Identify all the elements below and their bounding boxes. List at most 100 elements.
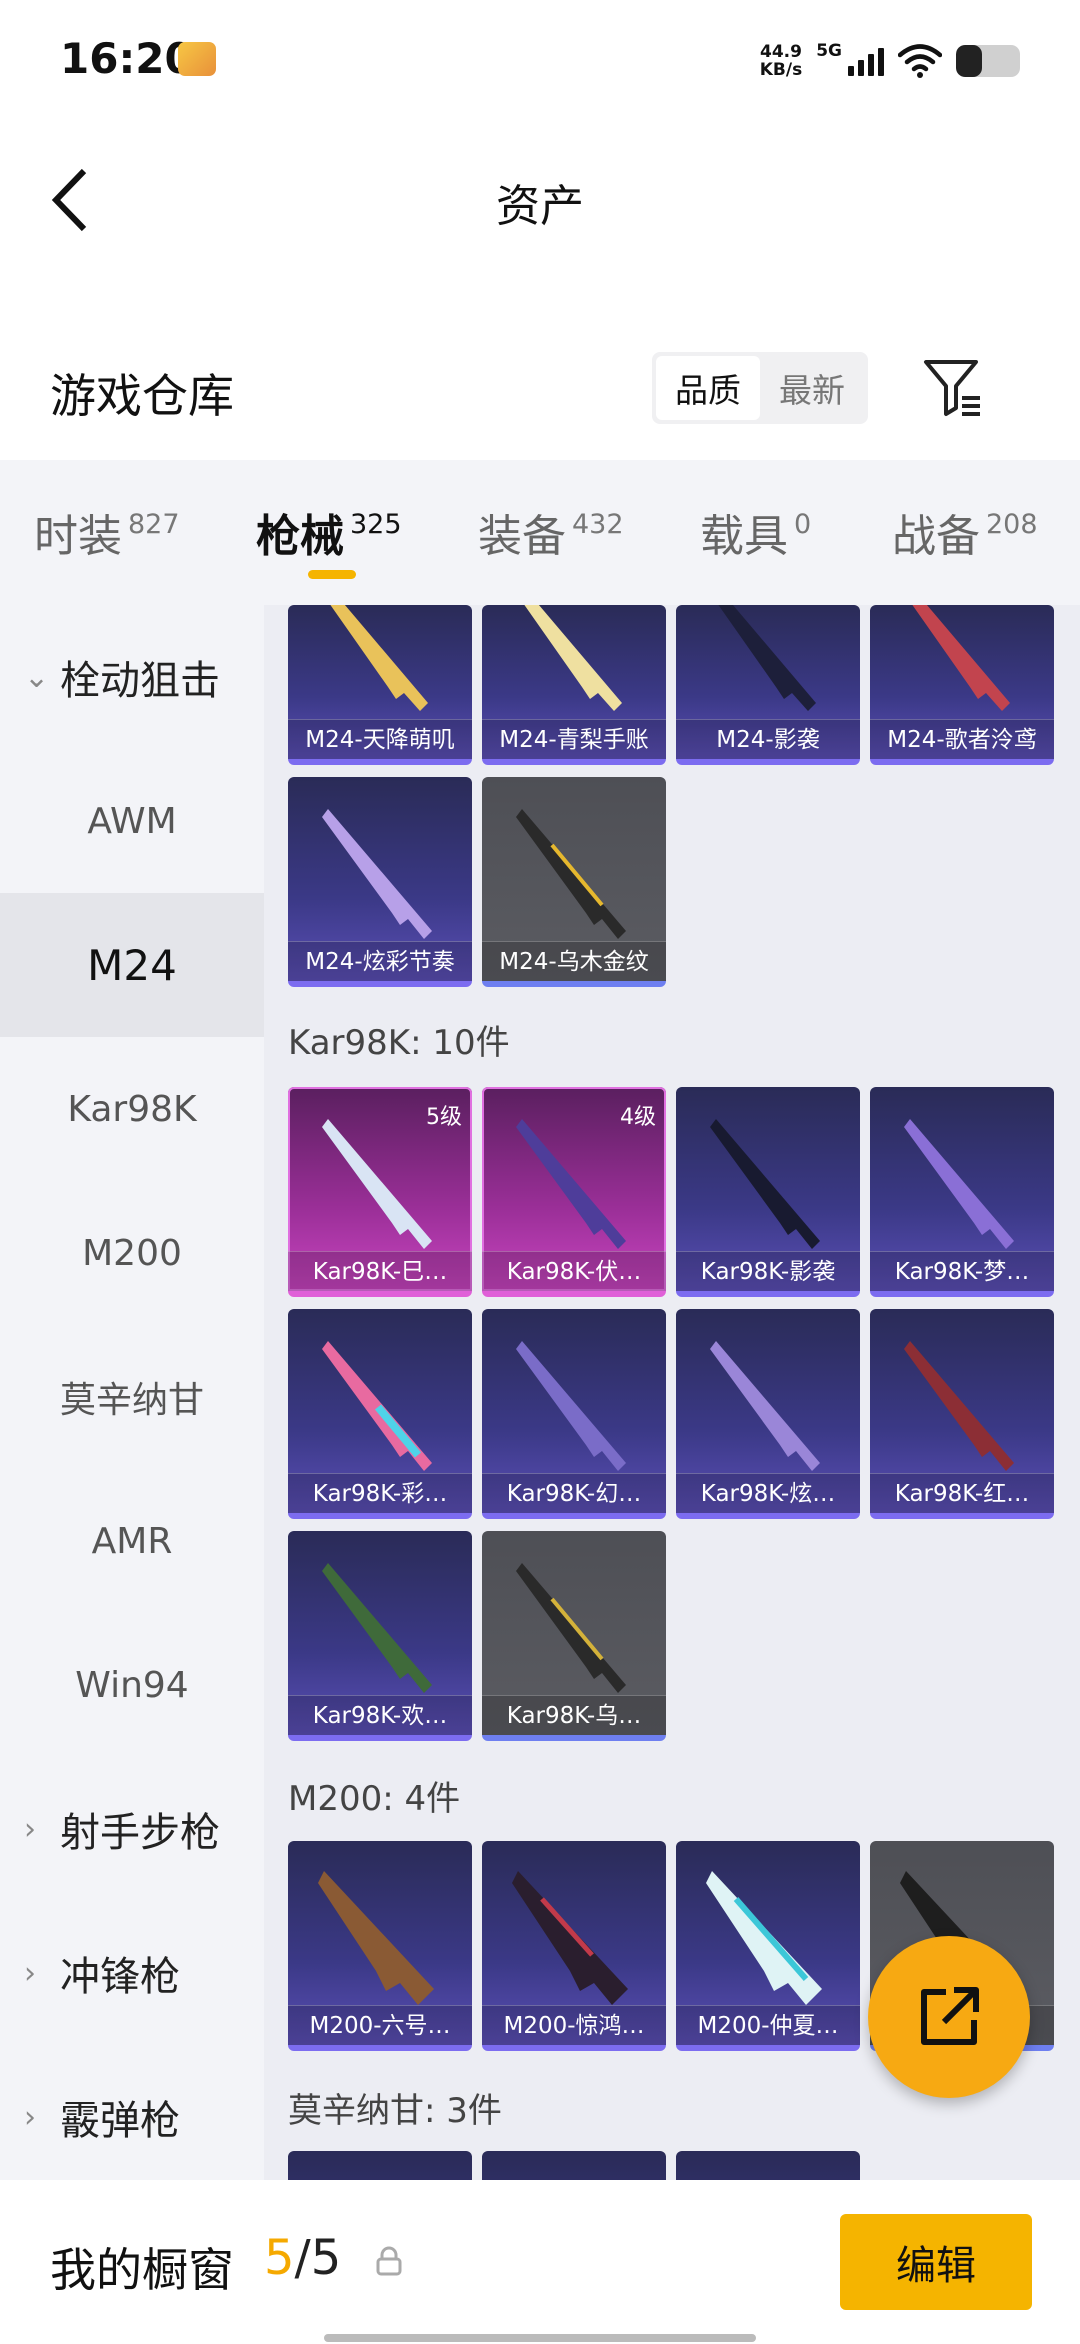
sidebar-group-bolt-action[interactable]: ⌄ 栓动狙击 bbox=[0, 605, 264, 749]
filter-icon bbox=[924, 360, 980, 416]
skin-card[interactable]: M200-仲夏… bbox=[676, 1841, 860, 2051]
wifi-icon bbox=[898, 44, 942, 78]
skin-card[interactable]: Kar98K-彩… bbox=[288, 1309, 472, 1519]
sidebar-item-mosin[interactable]: 莫辛纳甘 bbox=[0, 1325, 264, 1469]
sidebar-item-win94[interactable]: Win94 bbox=[0, 1613, 264, 1757]
tab-vehicles[interactable]: 载具 0 bbox=[700, 500, 811, 580]
rifle-icon bbox=[912, 605, 1010, 711]
skin-card[interactable]: 4级 Kar98K-伏… bbox=[482, 1087, 666, 1297]
rifle-icon bbox=[322, 1341, 432, 1471]
skin-card[interactable]: M24-歌者泠鸢 bbox=[870, 605, 1054, 765]
tab-label: 载具 bbox=[700, 511, 788, 562]
sidebar-group-smg[interactable]: › 冲锋枪 bbox=[0, 1901, 264, 2045]
rifle-icon bbox=[718, 605, 816, 711]
chevron-right-icon: › bbox=[24, 1811, 36, 1847]
skin-card[interactable]: Kar98K-梦… bbox=[870, 1087, 1054, 1297]
tab-battle-gear[interactable]: 战备 208 bbox=[892, 500, 1038, 580]
skin-name: M24-天降萌叽 bbox=[288, 719, 472, 759]
skin-card[interactable]: Kar98K-影袭 bbox=[676, 1087, 860, 1297]
skin-card[interactable]: M200-六号… bbox=[288, 1841, 472, 2051]
skin-card[interactable]: M24-天降萌叽 bbox=[288, 605, 472, 765]
chevron-down-icon: ⌄ bbox=[24, 659, 50, 695]
skin-card[interactable]: M24-影袭 bbox=[676, 605, 860, 765]
status-indicators: 44.9 KB/s 5G bbox=[760, 38, 1020, 84]
rifle-icon bbox=[710, 1119, 820, 1249]
level-badge: 5级 bbox=[426, 1105, 462, 1130]
skin-card[interactable]: Kar98K-炫… bbox=[676, 1309, 860, 1519]
rifle-icon bbox=[904, 1341, 1014, 1471]
showcase-count: 5/5 bbox=[264, 2230, 341, 2286]
skin-name: M24-炫彩节奏 bbox=[288, 941, 472, 981]
showcase-total: /5 bbox=[294, 2230, 342, 2286]
sidebar-item-label: AWM bbox=[87, 800, 177, 842]
skin-card[interactable]: M24-炫彩节奏 bbox=[288, 777, 472, 987]
tab-label: 枪械 bbox=[256, 511, 344, 562]
showcase-current: 5 bbox=[264, 2230, 295, 2286]
skin-card[interactable]: 5级 Kar98K-巳… bbox=[288, 1087, 472, 1297]
skin-card[interactable] bbox=[676, 2151, 860, 2180]
sidebar-group-marksman[interactable]: › 射手步枪 bbox=[0, 1757, 264, 1901]
section-title-kar98k: Kar98K: 10件 bbox=[288, 1023, 510, 1063]
sort-option-latest[interactable]: 最新 bbox=[760, 356, 864, 420]
sidebar-item-label: 射手步枪 bbox=[60, 1810, 220, 1856]
sidebar-item-label: 莫辛纳甘 bbox=[59, 1380, 204, 1421]
page-title: 资产 bbox=[496, 181, 584, 232]
sort-option-quality[interactable]: 品质 bbox=[656, 356, 760, 420]
network-speed-value: 44.9 bbox=[759, 42, 802, 62]
rifle-icon bbox=[322, 809, 432, 939]
sidebar-group-shotgun[interactable]: › 霰弹枪 bbox=[0, 2045, 264, 2180]
network-speed-unit: KB/s bbox=[759, 60, 803, 80]
skin-card[interactable]: Kar98K-乌… bbox=[482, 1531, 666, 1741]
sidebar-item-awm[interactable]: AWM bbox=[0, 749, 264, 893]
warehouse-title: 游戏仓库 bbox=[50, 369, 234, 423]
share-button[interactable] bbox=[868, 1936, 1030, 2098]
m24-grid: M24-天降萌叽 M24-青梨手账 M24-影袭 M24-歌者泠鸢 M24-炫彩… bbox=[288, 605, 1054, 987]
external-link-icon bbox=[921, 1987, 979, 2045]
skin-name: M200-六号… bbox=[288, 2005, 472, 2045]
rifle-icon bbox=[318, 1871, 434, 2005]
lock-icon bbox=[376, 2246, 402, 2276]
skin-name: Kar98K-欢… bbox=[288, 1695, 472, 1735]
battery-icon bbox=[956, 45, 1020, 77]
edit-button[interactable]: 编辑 bbox=[840, 2214, 1032, 2310]
weapon-type-sidebar: ⌄ 栓动狙击 AWM M24 Kar98K M200 莫辛纳甘 AMR Win94… bbox=[0, 605, 264, 2180]
skin-card[interactable]: Kar98K-幻… bbox=[482, 1309, 666, 1519]
active-tab-indicator bbox=[308, 570, 356, 579]
tab-fashion[interactable]: 时装 827 bbox=[34, 500, 180, 580]
sidebar-item-label: Kar98K bbox=[67, 1088, 197, 1130]
tab-label: 时装 bbox=[34, 511, 122, 562]
skin-card[interactable] bbox=[482, 2151, 666, 2180]
skin-name: Kar98K-伏… bbox=[482, 1251, 666, 1291]
skin-card[interactable]: M24-乌木金纹 bbox=[482, 777, 666, 987]
skin-name: M24-歌者泠鸢 bbox=[870, 719, 1054, 759]
skin-card[interactable] bbox=[288, 2151, 472, 2180]
tab-firearms[interactable]: 枪械 325 bbox=[256, 500, 402, 580]
mosin-grid bbox=[288, 2151, 1054, 2180]
skin-card[interactable]: M24-青梨手账 bbox=[482, 605, 666, 765]
skin-name: M200-惊鸿… bbox=[482, 2005, 666, 2045]
sidebar-item-m24[interactable]: M24 bbox=[0, 893, 264, 1037]
tab-count: 827 bbox=[128, 509, 180, 540]
showcase-bar: 我的橱窗 5/5 编辑 bbox=[0, 2180, 1080, 2344]
sidebar-item-kar98k[interactable]: Kar98K bbox=[0, 1037, 264, 1181]
category-tabs: 时装 827 枪械 325 装备 432 载具 0 战备 208 bbox=[0, 460, 1080, 605]
tab-count: 325 bbox=[350, 509, 402, 540]
rifle-icon bbox=[330, 605, 428, 711]
tab-equipment[interactable]: 装备 432 bbox=[478, 500, 624, 580]
filter-button[interactable] bbox=[920, 356, 984, 420]
skin-card[interactable]: Kar98K-欢… bbox=[288, 1531, 472, 1741]
level-badge: 4级 bbox=[620, 1105, 656, 1130]
section-title-m200: M200: 4件 bbox=[288, 1779, 461, 1819]
sidebar-item-amr[interactable]: AMR bbox=[0, 1469, 264, 1613]
skin-card[interactable]: M200-惊鸿… bbox=[482, 1841, 666, 2051]
skin-name: Kar98K-梦… bbox=[870, 1251, 1054, 1291]
tab-label: 战备 bbox=[892, 511, 980, 562]
skin-name: M200-仲夏… bbox=[676, 2005, 860, 2045]
skin-card[interactable]: Kar98K-红… bbox=[870, 1309, 1054, 1519]
network-type: 5G bbox=[816, 41, 842, 61]
skin-name: Kar98K-幻… bbox=[482, 1473, 666, 1513]
skin-name: M24-乌木金纹 bbox=[482, 941, 666, 981]
sidebar-item-m200[interactable]: M200 bbox=[0, 1181, 264, 1325]
tab-label: 装备 bbox=[478, 511, 566, 562]
battery-level bbox=[956, 45, 982, 77]
